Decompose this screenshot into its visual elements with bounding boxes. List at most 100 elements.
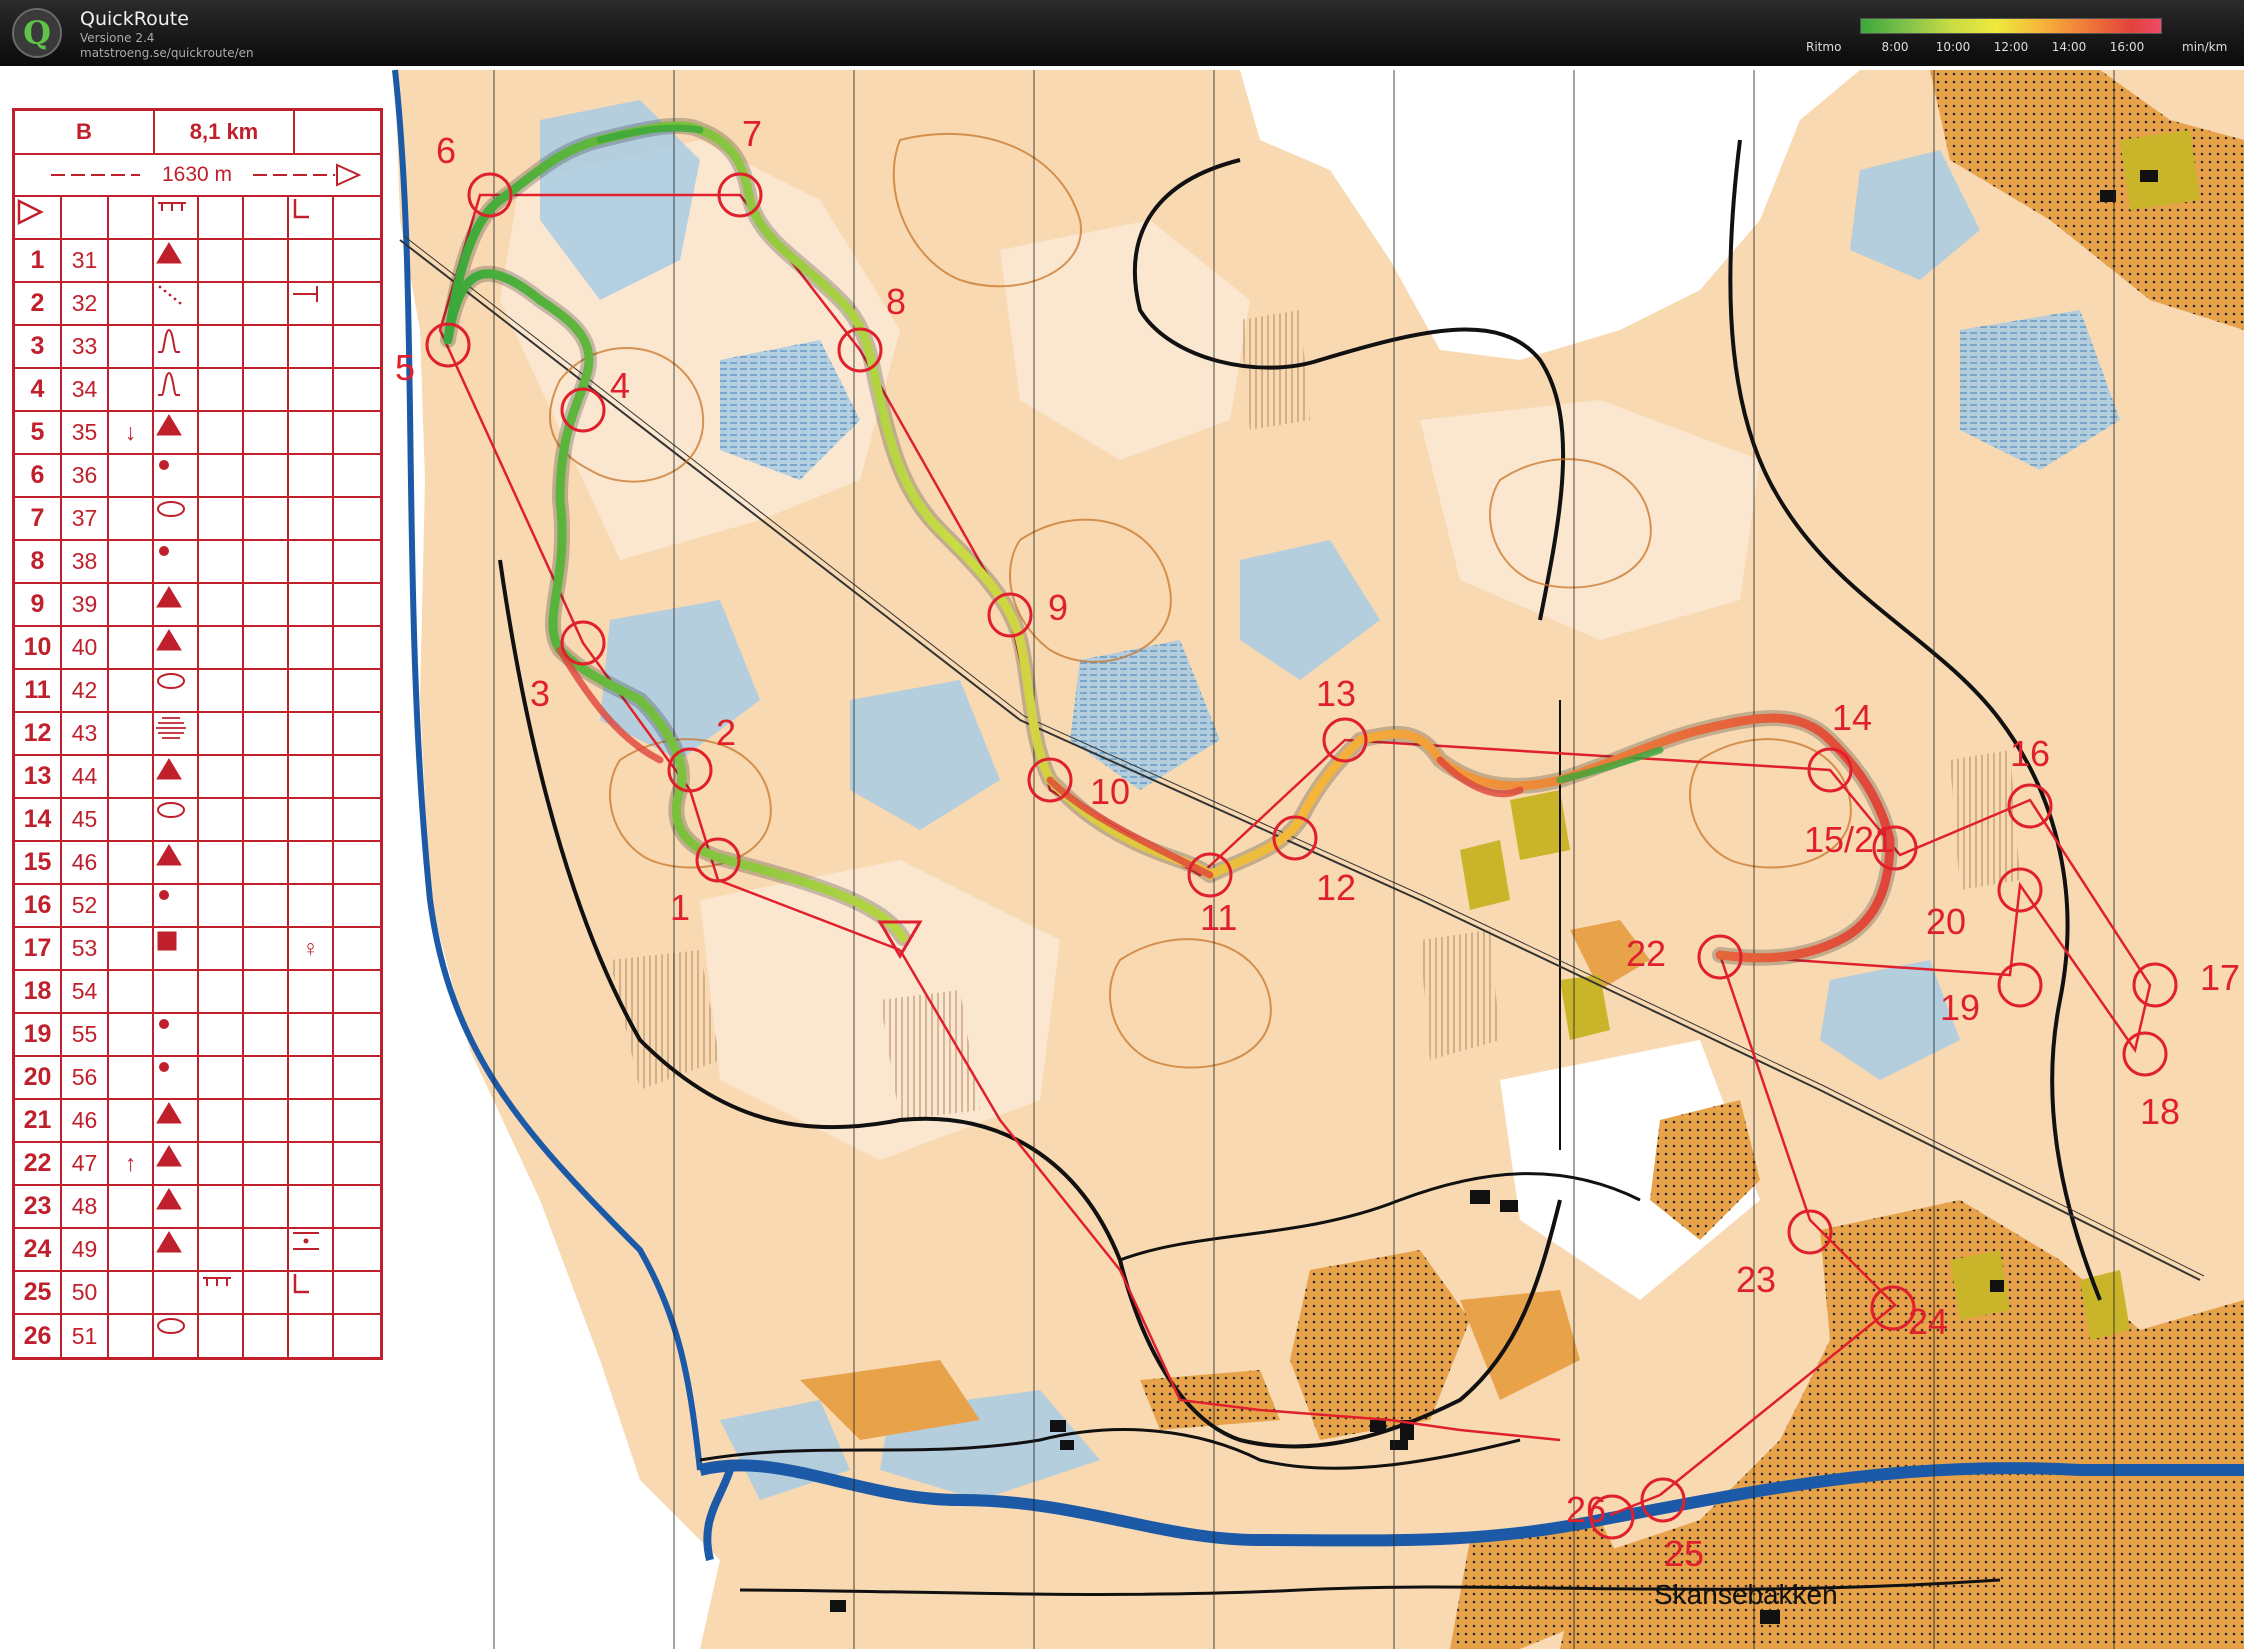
- control-number: 5: [30, 418, 45, 446]
- corner-symbol-icon: [293, 199, 309, 219]
- legend-tick: 16:00: [2109, 40, 2145, 54]
- control-number: 22: [23, 1149, 52, 1177]
- control-row: 19 55: [15, 1014, 380, 1057]
- pace-legend-title: Ritmo: [1806, 40, 1842, 54]
- control-row: 3 33: [15, 326, 380, 369]
- control-row: 21 46: [15, 1100, 380, 1143]
- start-triangle-icon: [17, 198, 44, 226]
- control-number: 23: [23, 1192, 52, 1220]
- control-label: 4: [610, 365, 630, 406]
- control-label: 18: [2140, 1091, 2180, 1132]
- desc-marked-route-row: 1630 m: [15, 155, 380, 197]
- knoll-symbol-icon: [156, 629, 182, 651]
- control-code: 37: [71, 505, 98, 531]
- control-number: 16: [23, 891, 52, 919]
- control-row: 15 46: [15, 842, 380, 885]
- pace-legend-gradient: [1860, 18, 2162, 34]
- control-row: 1 31: [15, 240, 380, 283]
- control-row: 10 40: [15, 627, 380, 670]
- control-code: 36: [71, 462, 98, 488]
- control-code: 31: [71, 247, 98, 273]
- control-number: 7: [30, 504, 45, 532]
- depression-symbol-icon: [157, 1318, 185, 1334]
- course-class: B: [76, 119, 92, 144]
- control-row: 16 52: [15, 885, 380, 928]
- control-label: 23: [1736, 1259, 1776, 1300]
- marsh-symbol-icon: [156, 717, 186, 739]
- control-row: 14 45: [15, 799, 380, 842]
- control-label: 10: [1090, 771, 1130, 812]
- control-number: 6: [30, 461, 45, 489]
- control-code: 55: [71, 1021, 98, 1047]
- control-label: 17: [2200, 957, 2240, 998]
- legend-tick: 12:00: [1993, 40, 2029, 54]
- app-url[interactable]: matstroeng.se/quickroute/en: [80, 46, 254, 60]
- app-header: Q QuickRoute Versione 2.4 matstroeng.se/…: [0, 0, 2244, 66]
- between-symbol-icon: [293, 1232, 319, 1250]
- control-number: 3: [30, 332, 45, 360]
- control-code: 39: [71, 591, 98, 617]
- orienteering-map[interactable]: 1 2 3 4 5 6 7 8 9 10 11 12 13 14 15/21 1…: [0, 66, 2244, 1649]
- control-label: 20: [1926, 901, 1966, 942]
- knoll-symbol-icon: [156, 1102, 182, 1124]
- knoll-symbol-icon: [156, 1145, 182, 1167]
- direction-arrow: ↓: [124, 419, 137, 445]
- control-number: 14: [23, 805, 52, 833]
- control-number: 11: [24, 676, 51, 704]
- boulder-symbol-icon: [159, 890, 169, 900]
- control-row: 23 48: [15, 1186, 380, 1229]
- control-label: 7: [742, 113, 762, 154]
- control-row: 8 38: [15, 541, 380, 584]
- control-row: 9 39: [15, 584, 380, 627]
- corner-symbol-icon: [293, 1274, 309, 1294]
- control-number: 18: [23, 977, 52, 1005]
- control-label: 25: [1664, 1533, 1704, 1574]
- pace-legend-ticks: 8:00 10:00 12:00 14:00 16:00: [1860, 40, 2162, 56]
- place-name-label: Skansebakken: [1654, 1579, 1838, 1610]
- control-code: 52: [71, 892, 98, 918]
- control-number: 17: [23, 934, 52, 962]
- control-row: 18 54: [15, 971, 380, 1014]
- reentrant-symbol-icon: [158, 328, 180, 353]
- desc-header-row: B 8,1 km: [15, 111, 380, 155]
- control-row: 26 51: [15, 1315, 380, 1358]
- control-number: 13: [23, 762, 52, 790]
- control-number: 4: [30, 375, 45, 403]
- control-code: 34: [71, 376, 98, 402]
- boulder-symbol-icon: [159, 460, 169, 470]
- control-label: 24: [1908, 1301, 1948, 1342]
- control-code: 45: [71, 806, 98, 832]
- legend-tick: 10:00: [1935, 40, 1971, 54]
- control-label: 6: [436, 130, 456, 171]
- control-label: 8: [886, 281, 906, 322]
- control-row: 6 36: [15, 455, 380, 498]
- knoll-symbol-icon: [156, 844, 182, 866]
- control-code: 51: [71, 1323, 98, 1349]
- control-label: 14: [1832, 697, 1872, 738]
- control-code: 48: [71, 1193, 98, 1219]
- knoll-symbol-icon: [156, 1188, 182, 1210]
- control-number: 15: [23, 848, 52, 876]
- control-code: 32: [71, 290, 98, 316]
- control-row: 20 56: [15, 1057, 380, 1100]
- control-number: 10: [23, 633, 52, 661]
- control-description-sheet: B 8,1 km 1630 m 1 31 2 32 3 33 4 34 5 35…: [12, 108, 383, 1360]
- road-symbol-icon: [158, 202, 186, 211]
- control-label: 15/21: [1804, 819, 1894, 860]
- control-code: 33: [71, 333, 98, 359]
- ditch-end-symbol-icon: [158, 285, 182, 305]
- boulder-symbol-icon: [159, 546, 169, 556]
- control-row: 7 37: [15, 498, 380, 541]
- control-label: 3: [530, 673, 550, 714]
- depression-symbol-icon: [157, 673, 185, 689]
- control-row: 24 49: [15, 1229, 380, 1272]
- control-number: 19: [23, 1020, 52, 1048]
- control-code: 35: [71, 419, 98, 445]
- control-row: 22 47 ↑: [15, 1143, 380, 1186]
- control-row: 5 35 ↓: [15, 412, 380, 455]
- app-name: QuickRoute: [80, 8, 189, 30]
- building-symbol-icon: [157, 931, 177, 951]
- control-code: 56: [71, 1064, 98, 1090]
- boulder-symbol-icon: [159, 1019, 169, 1029]
- control-label: 22: [1626, 933, 1666, 974]
